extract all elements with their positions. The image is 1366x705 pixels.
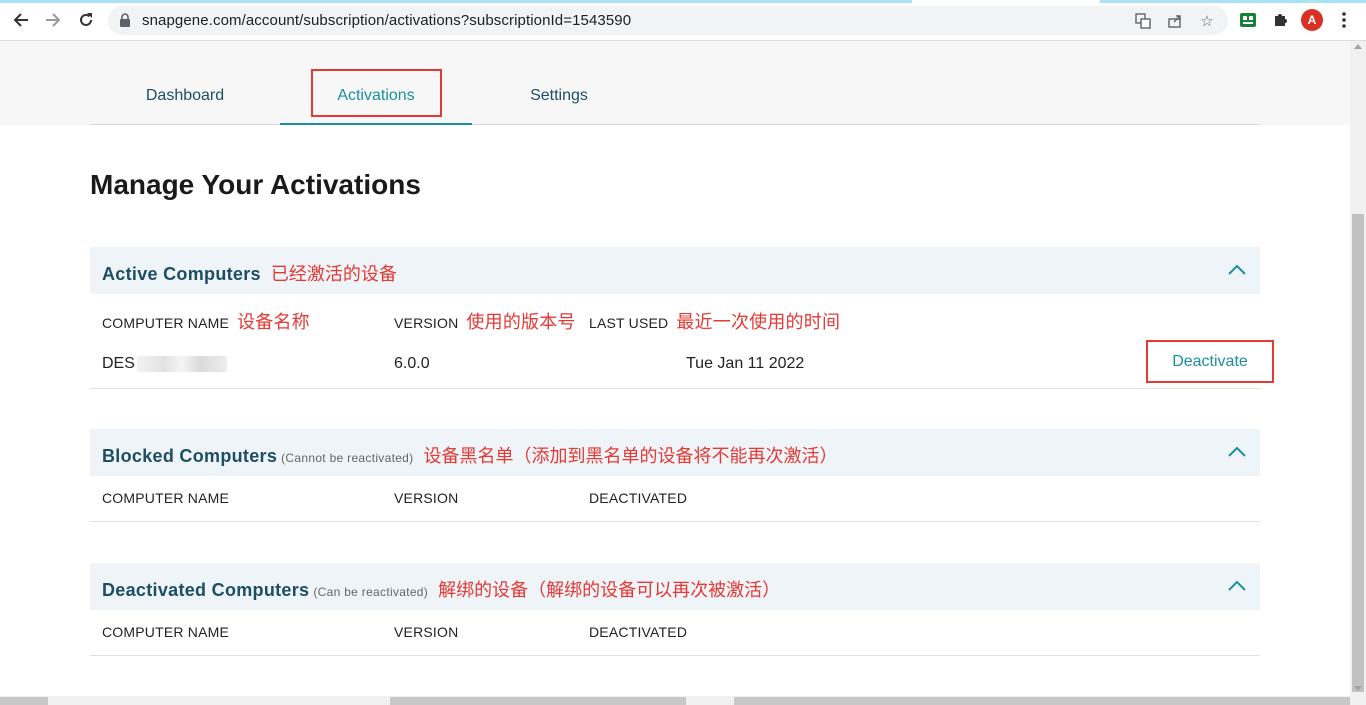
- star-icon[interactable]: ☆: [1198, 12, 1216, 30]
- computer-name: DES: [102, 355, 135, 372]
- section-subtitle: (Cannot be reactivated): [281, 451, 414, 465]
- scroll-down-arrow-icon[interactable]: [1354, 686, 1362, 691]
- menu-kebab-icon[interactable]: [1334, 10, 1354, 30]
- annotation-text: 设备名称: [237, 312, 310, 332]
- computer-name-cell: DES: [102, 355, 227, 373]
- tabs-divider: [90, 124, 1260, 125]
- col-last-used: LAST USED 最近一次使用的时间: [589, 308, 840, 334]
- scrollbar-thumb[interactable]: [1352, 214, 1364, 692]
- col-version: VERSION: [394, 490, 459, 506]
- profile-avatar[interactable]: A: [1301, 9, 1323, 31]
- last-used-cell: Tue Jan 11 2022: [686, 355, 805, 372]
- scroll-up-arrow-icon[interactable]: [1354, 44, 1362, 49]
- col-label: LAST USED: [589, 315, 669, 331]
- reload-icon[interactable]: [75, 9, 97, 31]
- tab-strip-edge: [0, 0, 912, 3]
- col-deactivated: DEACTIVATED: [589, 624, 688, 640]
- tab-label: Activations: [337, 87, 415, 104]
- col-version: VERSION: [394, 624, 459, 640]
- col-computer-name: COMPUTER NAME: [102, 490, 230, 506]
- scrollbar-segment: [390, 697, 686, 705]
- puzzle-icon[interactable]: [1270, 10, 1290, 30]
- blocked-computers-title: Blocked Computers: [102, 446, 278, 466]
- chevron-up-icon[interactable]: [1228, 263, 1246, 277]
- horizontal-scrollbar[interactable]: [0, 696, 1366, 705]
- tab-settings[interactable]: Settings: [472, 71, 646, 124]
- extension-green-icon[interactable]: [1238, 10, 1258, 30]
- page-title: Manage Your Activations: [90, 169, 421, 200]
- url-text[interactable]: snapgene.com/account/subscription/activa…: [142, 12, 631, 29]
- annotation-text: 使用的版本号: [466, 312, 576, 332]
- scrollbar-thumb[interactable]: [734, 697, 1350, 705]
- tab-activations[interactable]: Activations: [280, 71, 472, 125]
- vertical-scrollbar[interactable]: [1350, 41, 1366, 696]
- col-version: VERSION 使用的版本号: [394, 308, 576, 334]
- chevron-up-icon[interactable]: [1228, 579, 1246, 593]
- scrollbar-segment: [0, 697, 48, 705]
- tab-label: Settings: [530, 87, 588, 104]
- annotation-text: 最近一次使用的时间: [676, 312, 841, 332]
- section-title: Blocked Computers (Cannot be reactivated)…: [102, 442, 837, 468]
- chevron-up-icon[interactable]: [1228, 445, 1246, 459]
- col-computer-name: COMPUTER NAME: [102, 624, 230, 640]
- active-computers-header[interactable]: Active Computers 已经激活的设备: [90, 247, 1260, 294]
- version-cell: 6.0.0: [394, 355, 430, 372]
- tab-dashboard[interactable]: Dashboard: [90, 71, 280, 124]
- section-subtitle: (Can be reactivated): [313, 585, 429, 599]
- deactivated-computers-title: Deactivated Computers: [102, 580, 310, 600]
- annotation-text: 已经激活的设备: [270, 264, 397, 284]
- lock-icon[interactable]: [120, 13, 130, 27]
- redacted-blur: [136, 355, 227, 372]
- row-divider: [90, 655, 1260, 656]
- blocked-computers-header[interactable]: Blocked Computers (Cannot be reactivated)…: [90, 429, 1260, 476]
- col-deactivated: DEACTIVATED: [589, 490, 688, 506]
- tab-label: Dashboard: [145, 87, 225, 104]
- page-content: Dashboard Activations Settings Manage Yo…: [0, 41, 1350, 696]
- section-title: Active Computers 已经激活的设备: [102, 260, 397, 286]
- annotation-text: 设备黑名单（添加到黑名单的设备将不能再次激活）: [423, 446, 838, 466]
- browser-toolbar: snapgene.com/account/subscription/activa…: [0, 0, 1366, 41]
- deactivate-button[interactable]: Deactivate: [1146, 340, 1274, 383]
- col-computer-name: COMPUTER NAME 设备名称: [102, 308, 310, 334]
- row-divider: [90, 388, 1260, 389]
- forward-icon[interactable]: [42, 9, 64, 31]
- share-icon[interactable]: [1166, 12, 1184, 30]
- deactivated-computers-header[interactable]: Deactivated Computers (Can be reactivated…: [90, 563, 1260, 610]
- section-title: Deactivated Computers (Can be reactivated…: [102, 576, 780, 602]
- translate-icon[interactable]: [1134, 12, 1152, 30]
- row-divider: [90, 521, 1260, 522]
- annotation-text: 解绑的设备（解绑的设备可以再次被激活）: [438, 580, 781, 600]
- tab-strip-edge: [1100, 0, 1366, 3]
- active-computers-title: Active Computers: [102, 264, 261, 284]
- col-label: COMPUTER NAME: [102, 315, 230, 331]
- col-label: VERSION: [394, 315, 459, 331]
- back-icon[interactable]: [10, 9, 32, 31]
- address-bar[interactable]: snapgene.com/account/subscription/activa…: [108, 6, 1228, 35]
